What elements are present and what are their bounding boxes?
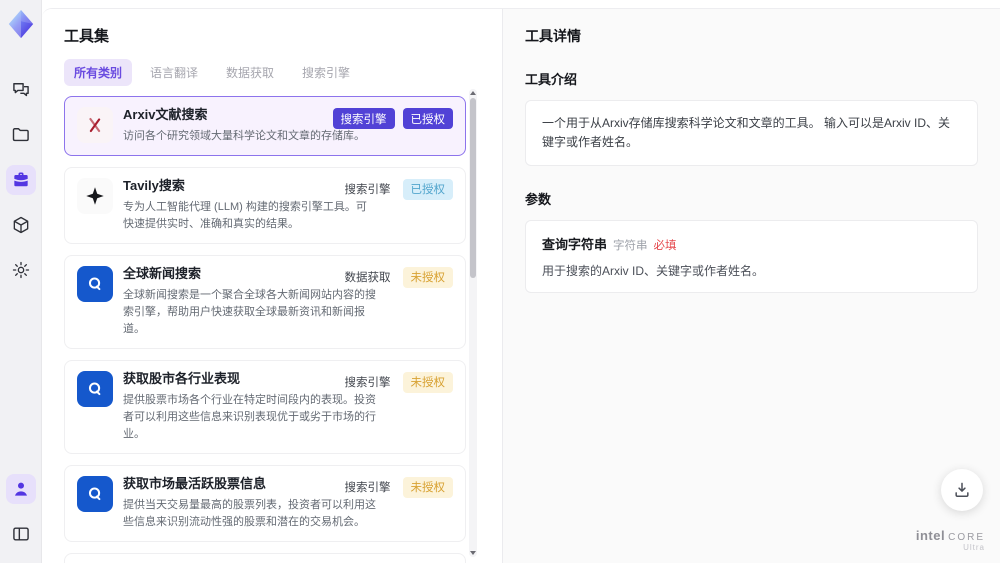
finance-app-icon	[77, 370, 113, 407]
tool-body: 获取股市各行业表现 提供股票市场各个行业在特定时间段内的表现。投资者可以利用这些…	[123, 371, 376, 443]
tool-card-tavily[interactable]: Tavily搜索 专为人工智能代理 (LLM) 构建的搜索引擎工具。可快速提供实…	[64, 166, 466, 244]
param-required-flag: 必填	[653, 240, 677, 253]
tool-meta: 搜索引擎 未授权	[344, 371, 453, 393]
left-rail	[0, 0, 42, 563]
category-badge: 搜索引擎	[332, 108, 395, 129]
tool-description: 专为人工智能代理 (LLM) 构建的搜索引擎工具。可快速提供实时、准确和真实的结…	[123, 200, 367, 230]
tab-language-translation[interactable]: 语言翻译	[140, 59, 208, 86]
tab-search-engine[interactable]: 搜索引擎	[292, 59, 360, 86]
download-button[interactable]	[941, 469, 983, 511]
brand-tier: Ultra	[963, 543, 985, 553]
tool-body: 全球新闻搜索 全球新闻搜索是一个聚合全球各大新闻网站内容的搜索引擎，帮助用户快速…	[123, 266, 376, 338]
params-heading: 参数	[525, 192, 552, 208]
tool-title: Tavily搜索	[123, 177, 185, 193]
tool-meta: 搜索引擎 已授权	[344, 178, 453, 200]
finance-app-icon	[77, 475, 113, 512]
tool-description: 访问各个研究领域大量科学论文和文章的存储库。	[123, 129, 365, 142]
param-header: 查询字符串 字符串 必填	[542, 234, 961, 253]
news-app-icon	[77, 265, 113, 302]
intel-core-logo: intel CORE Ultra	[916, 527, 985, 553]
scroll-up-arrow-icon[interactable]	[470, 91, 476, 95]
tool-meta: 数据获取 未授权	[344, 266, 453, 288]
intro-card: 一个用于从Arxiv存储库搜索科学论文和文章的工具。 输入可以是Arxiv ID…	[525, 100, 978, 167]
tool-card-active-stocks[interactable]: 获取市场最活跃股票信息 提供当天交易量最高的股票列表，投资者可以利用这些信息来识…	[64, 464, 466, 542]
tool-body: 获取市场最活跃股票信息 提供当天交易量最高的股票列表，投资者可以利用这些信息来识…	[123, 476, 376, 531]
detail-title: 工具详情	[525, 28, 581, 44]
tab-data-fetch[interactable]: 数据获取	[216, 59, 284, 86]
tool-meta: 搜索引擎 已授权	[332, 108, 453, 129]
tool-meta: 搜索引擎 未授权	[344, 476, 453, 498]
auth-badge: 未授权	[402, 371, 453, 393]
download-icon	[955, 482, 969, 497]
arxiv-icon	[77, 107, 113, 143]
brand-sub: CORE	[948, 531, 985, 543]
scrollbar-thumb[interactable]	[470, 98, 476, 278]
tool-description: 提供股票市场各个行业在特定时间段内的表现。投资者可以利用这些信息来识别表现优于或…	[123, 393, 376, 440]
tavily-star-icon	[77, 177, 113, 214]
brand-name: intel	[915, 527, 946, 543]
auth-badge: 未授权	[402, 266, 453, 288]
param-description: 用于搜索的Arxiv ID、关键字或作者姓名。	[542, 264, 765, 279]
tool-list: Arxiv文献搜索 访问各个研究领域大量科学论文和文章的存储库。 搜索引擎 已授…	[64, 96, 466, 563]
tool-title: 获取市场最活跃股票信息	[123, 475, 267, 491]
auth-badge: 未授权	[402, 476, 453, 498]
category-label: 搜索引擎	[344, 184, 391, 197]
param-card: 查询字符串 字符串 必填 用于搜索的Arxiv ID、关键字或作者姓名。	[525, 220, 978, 294]
panel-toggle-icon[interactable]	[6, 519, 36, 549]
category-label: 搜索引擎	[344, 377, 391, 390]
tool-title: Arxiv文献搜索	[123, 107, 208, 122]
folder-icon[interactable]	[6, 120, 36, 150]
intro-text: 一个用于从Arxiv存储库搜索科学论文和文章的工具。 输入可以是Arxiv ID…	[542, 116, 951, 150]
tool-title: 获取股市各行业表现	[123, 370, 241, 386]
param-name: 查询字符串	[542, 237, 608, 253]
scroll-down-arrow-icon[interactable]	[470, 551, 476, 555]
toolbox-icon[interactable]	[5, 165, 36, 195]
tool-body: Tavily搜索 专为人工智能代理 (LLM) 构建的搜索引擎工具。可快速提供实…	[123, 178, 376, 233]
tool-body: Arxiv文献搜索 访问各个研究领域大量科学论文和文章的存储库。	[123, 107, 365, 145]
intro-heading: 工具介绍	[525, 72, 578, 87]
auth-badge: 已授权	[402, 108, 453, 129]
tool-card-arxiv[interactable]: Arxiv文献搜索 访问各个研究领域大量科学论文和文章的存储库。 搜索引擎 已授…	[64, 96, 466, 156]
category-label: 数据获取	[344, 272, 391, 285]
user-icon[interactable]	[5, 474, 36, 504]
page-title: 工具集	[64, 28, 110, 45]
auth-badge: 已授权	[402, 178, 453, 200]
chat-icon[interactable]	[6, 75, 36, 105]
list-scrollbar[interactable]	[469, 89, 477, 557]
tool-list-panel: 工具集 所有类别 语言翻译 数据获取 搜索引擎 Arxiv文献搜索 访问各个研究…	[42, 9, 503, 563]
settings-gear-icon[interactable]	[6, 255, 36, 285]
tool-description: 全球新闻搜索是一个聚合全球各大新闻网站内容的搜索引擎，帮助用户快速获取全球最新资…	[123, 288, 376, 335]
tab-all-categories[interactable]: 所有类别	[64, 59, 133, 86]
category-label: 搜索引擎	[344, 482, 391, 495]
content-window: 工具集 所有类别 语言翻译 数据获取 搜索引擎 Arxiv文献搜索 访问各个研究…	[42, 8, 1000, 563]
tool-detail-panel: 工具详情 工具介绍 一个用于从Arxiv存储库搜索科学论文和文章的工具。 输入可…	[503, 9, 1000, 563]
tool-card-global-news[interactable]: 全球新闻搜索 全球新闻搜索是一个聚合全球各大新闻网站内容的搜索引擎，帮助用户快速…	[64, 254, 466, 349]
cube-icon[interactable]	[6, 210, 36, 240]
tool-description: 提供当天交易量最高的股票列表，投资者可以利用这些信息来识别流动性强的股票和潜在的…	[123, 498, 376, 528]
app-logo-icon[interactable]	[6, 9, 36, 39]
tool-card-sector-performance[interactable]: 获取股市各行业表现 提供股票市场各个行业在特定时间段内的表现。投资者可以利用这些…	[64, 359, 466, 454]
category-tabs: 所有类别 语言翻译 数据获取 搜索引擎	[64, 59, 502, 86]
tool-title: 全球新闻搜索	[123, 265, 202, 281]
tool-card-regional-news[interactable]: 万维地区新闻查询 查询具体行政区划内的新闻，快速了解各地新闻动 搜索引擎 未授权	[64, 552, 466, 563]
param-type: 字符串	[613, 240, 648, 253]
